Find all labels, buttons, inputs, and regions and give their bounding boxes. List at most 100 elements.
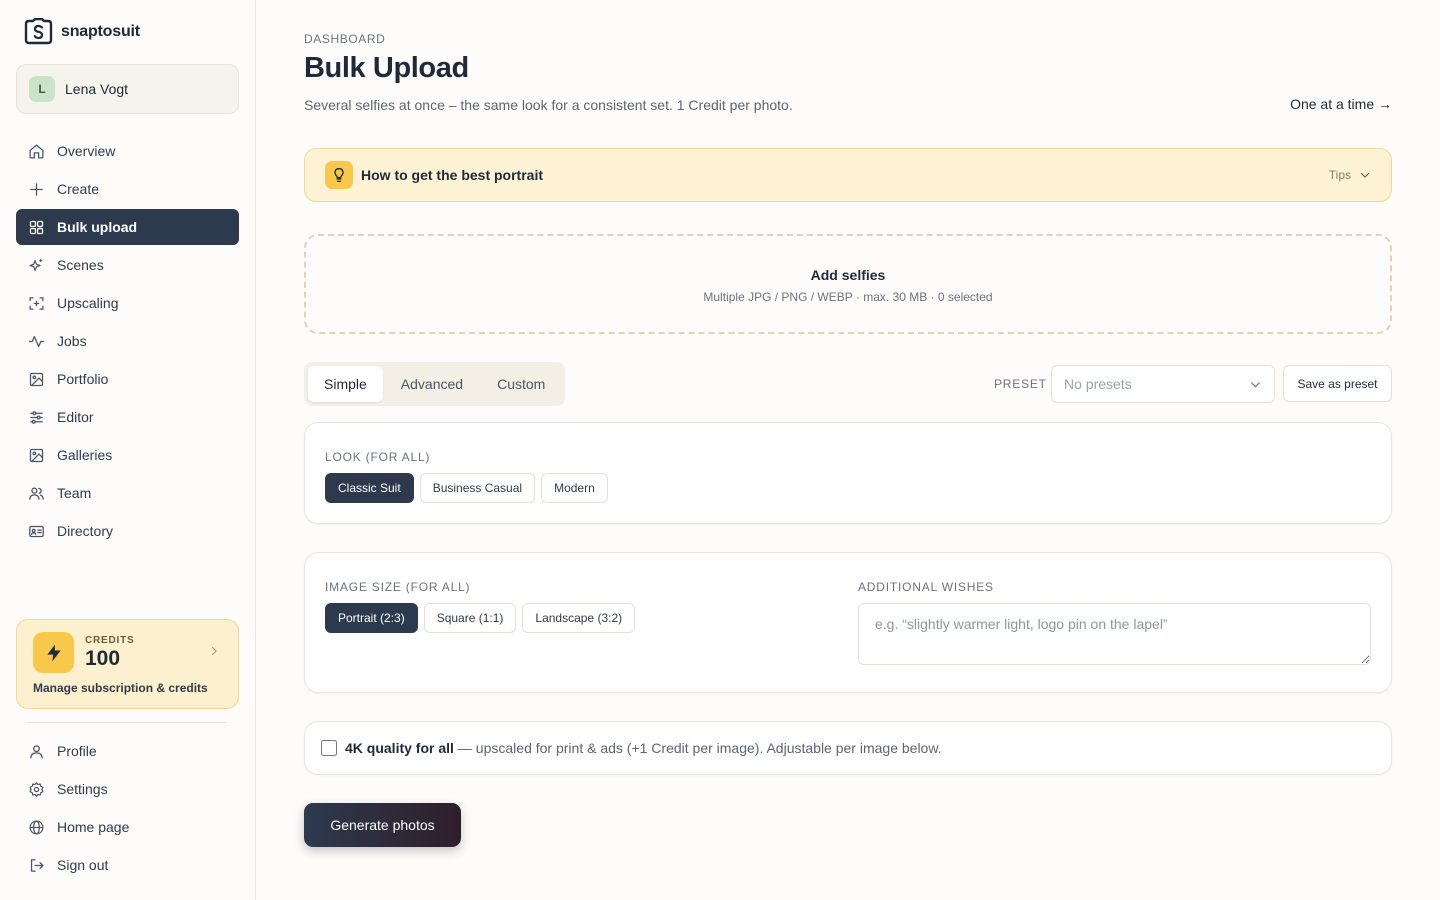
sidebar-item-bulk-upload[interactable]: Bulk upload — [16, 209, 239, 245]
image-icon — [29, 372, 44, 386]
image-size-label: IMAGE SIZE (FOR ALL) — [325, 580, 471, 594]
preset-select[interactable]: No presets — [1051, 365, 1275, 403]
look-option-modern[interactable]: Modern — [541, 473, 608, 503]
additional-wishes-label: ADDITIONAL WISHES — [858, 580, 994, 594]
sidebar-item-portfolio[interactable]: Portfolio — [16, 361, 239, 397]
sidebar-item-profile[interactable]: Profile — [16, 733, 239, 769]
sidebar-divider — [28, 722, 227, 723]
sidebar-item-label: Create — [57, 181, 100, 197]
page-subtitle: Several selfies at once – the same look … — [304, 97, 793, 113]
sidebar-item-label: Sign out — [57, 857, 109, 873]
sidebar-bottom-nav: Profile Settings Home page Sign out — [16, 733, 239, 885]
sidebar-item-settings[interactable]: Settings — [16, 771, 239, 807]
save-as-preset-button[interactable]: Save as preset — [1283, 365, 1392, 402]
dropzone-subtitle: Multiple JPG / PNG / WEBP · max. 30 MB ·… — [703, 290, 993, 304]
tips-toggle-label: Tips — [1328, 168, 1351, 182]
sidebar-item-label: Portfolio — [57, 371, 109, 387]
look-label: LOOK (FOR ALL) — [325, 450, 431, 464]
page-title: Bulk Upload — [304, 52, 469, 84]
look-option-classic-suit[interactable]: Classic Suit — [325, 473, 414, 503]
sidebar-item-editor[interactable]: Editor — [16, 399, 239, 435]
activity-icon — [28, 335, 45, 347]
credits-value: 100 — [85, 647, 121, 670]
brand-name: snaptosuit — [61, 22, 140, 40]
sidebar-item-galleries[interactable]: Galleries — [16, 437, 239, 473]
home-icon — [29, 143, 44, 159]
image-icon — [29, 448, 44, 462]
logout-icon — [30, 858, 44, 872]
preset-label: PRESET — [994, 377, 1047, 391]
sidebar-item-label: Profile — [57, 743, 97, 759]
camera-s-logo-icon — [24, 18, 53, 45]
preset-selected-value: No presets — [1064, 376, 1132, 392]
sidebar-item-label: Jobs — [57, 333, 87, 349]
sidebar-item-label: Editor — [57, 409, 94, 425]
sidebar-item-upscaling[interactable]: Upscaling — [16, 285, 239, 321]
sidebar-item-label: Galleries — [57, 447, 113, 463]
sidebar-item-label: Upscaling — [57, 295, 119, 311]
brand[interactable]: snaptosuit — [24, 18, 140, 45]
tab-simple[interactable]: Simple — [308, 366, 383, 402]
user-icon — [30, 744, 43, 759]
look-option-business-casual[interactable]: Business Casual — [419, 473, 536, 503]
chevron-down-icon — [1251, 381, 1260, 388]
avatar: L — [29, 76, 55, 102]
user-name: Lena Vogt — [65, 81, 129, 97]
sparkles-icon — [29, 258, 43, 271]
users-icon — [29, 487, 44, 500]
gear-icon — [29, 781, 44, 797]
chevron-right-icon — [211, 646, 217, 656]
dropzone-title: Add selfies — [810, 267, 886, 283]
sidebar-item-directory[interactable]: Directory — [16, 513, 239, 549]
sidebar-item-overview[interactable]: Overview — [16, 133, 239, 169]
sidebar-item-label: Scenes — [57, 257, 104, 273]
credits-card[interactable]: CREDITS 100 Manage subscription & credit… — [16, 619, 239, 709]
id-card-icon — [29, 525, 44, 537]
lightbulb-icon — [325, 161, 353, 189]
size-option-portrait[interactable]: Portrait (2:3) — [325, 603, 418, 633]
quality-4k-checkbox[interactable] — [321, 740, 337, 756]
sidebar-item-sign-out[interactable]: Sign out — [16, 847, 239, 883]
quality-4k-card: 4K quality for all — upscaled for print … — [304, 721, 1392, 775]
sidebar-nav: Overview Create Bulk upload Scenes Upsca… — [16, 133, 239, 551]
image-size-options: Portrait (2:3) Square (1:1) Landscape (3… — [325, 603, 636, 633]
tab-custom[interactable]: Custom — [481, 366, 561, 402]
quality-4k-description: — upscaled for print & ads (+1 Credit pe… — [457, 740, 942, 756]
user-card[interactable]: L Lena Vogt — [16, 64, 239, 114]
chevron-down-icon — [1360, 172, 1370, 178]
sidebar-item-jobs[interactable]: Jobs — [16, 323, 239, 359]
sliders-icon — [30, 410, 43, 424]
size-option-square[interactable]: Square (1:1) — [423, 603, 517, 633]
globe-icon — [29, 820, 44, 834]
look-card: LOOK (FOR ALL) Classic Suit Business Cas… — [304, 422, 1392, 524]
breadcrumb: DASHBOARD — [304, 32, 386, 46]
plus-icon — [30, 182, 43, 196]
sidebar-item-scenes[interactable]: Scenes — [16, 247, 239, 283]
generate-photos-button[interactable]: Generate photos — [304, 803, 461, 847]
sidebar-item-home-page[interactable]: Home page — [16, 809, 239, 845]
sidebar-item-label: Directory — [57, 523, 114, 539]
mode-tabs: Simple Advanced Custom — [304, 362, 566, 406]
sidebar-item-label: Home page — [57, 819, 130, 835]
sidebar-item-label: Overview — [57, 143, 116, 159]
lightning-icon — [33, 632, 74, 673]
one-at-a-time-link[interactable]: One at a time → — [1290, 96, 1392, 112]
credits-label: CREDITS — [85, 635, 135, 646]
scan-icon — [29, 296, 44, 310]
image-size-card: IMAGE SIZE (FOR ALL) Portrait (2:3) Squa… — [304, 552, 1392, 693]
sidebar: snaptosuit L Lena Vogt Overview Create B… — [0, 0, 256, 900]
sidebar-item-team[interactable]: Team — [16, 475, 239, 511]
sidebar-item-create[interactable]: Create — [16, 171, 239, 207]
tips-toggle[interactable]: Tips — [1329, 168, 1371, 182]
look-options: Classic Suit Business Casual Modern — [325, 473, 608, 503]
sidebar-item-label: Bulk upload — [57, 219, 138, 235]
tips-bar[interactable]: How to get the best portrait Tips — [304, 148, 1392, 202]
additional-wishes-input[interactable] — [858, 603, 1371, 665]
quality-4k-label: 4K quality for all — [345, 740, 454, 756]
tab-advanced[interactable]: Advanced — [385, 366, 479, 402]
selfie-dropzone[interactable]: Add selfies Multiple JPG / PNG / WEBP · … — [304, 234, 1392, 334]
size-option-landscape[interactable]: Landscape (3:2) — [522, 603, 636, 633]
sidebar-item-label: Team — [57, 485, 92, 501]
sidebar-item-label: Settings — [57, 781, 108, 797]
manage-subscription-link[interactable]: Manage subscription & credits — [33, 681, 208, 695]
